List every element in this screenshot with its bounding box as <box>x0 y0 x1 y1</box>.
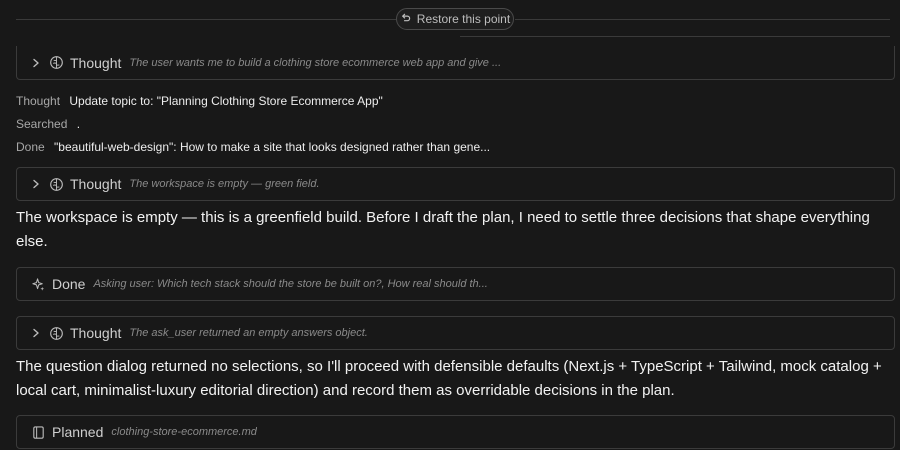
activity-label: Searched <box>16 117 68 131</box>
thought-summary: The user wants me to build a clothing st… <box>129 56 502 69</box>
thought-summary: The ask_user returned an empty answers o… <box>129 327 368 339</box>
sparkle-icon <box>32 277 45 291</box>
chevron-right-icon <box>33 179 39 189</box>
brain-icon <box>50 56 63 69</box>
divider-line <box>515 19 890 20</box>
document-icon <box>33 425 44 439</box>
assistant-message: The question dialog returned no selectio… <box>16 358 882 399</box>
restore-point-row: Restore this point <box>0 8 900 32</box>
activity-value: "beautiful-web-design": How to make a si… <box>54 140 491 154</box>
chevron-right-icon <box>33 58 39 67</box>
activity-item: Searched . <box>16 117 80 131</box>
divider-line <box>460 36 890 37</box>
activity-item: Thought Update topic to: "Planning Cloth… <box>16 94 383 108</box>
thought-title: Thought <box>70 176 122 192</box>
divider-line <box>16 19 396 20</box>
planned-card[interactable]: Planned clothing-store-ecommerce.md <box>16 415 895 449</box>
brain-icon <box>50 326 63 340</box>
activity-value: . <box>76 117 81 131</box>
planned-file[interactable]: clothing-store-ecommerce.md <box>111 426 257 438</box>
chevron-right-icon <box>33 328 39 338</box>
thought-title: Thought <box>70 325 122 341</box>
thought-title: Thought <box>70 54 122 71</box>
brain-icon <box>50 177 63 191</box>
done-card[interactable]: Done Asking user: Which tech stack shoul… <box>16 267 895 301</box>
restore-point-label: Restore this point <box>416 12 511 26</box>
activity-label: Done <box>16 140 45 154</box>
activity-label: Thought <box>16 94 61 108</box>
thought-card[interactable]: Thought The user wants me to build a clo… <box>16 46 895 80</box>
activity-item[interactable]: Done "beautiful-web-design": How to make… <box>16 140 490 154</box>
planned-title: Planned <box>52 424 104 440</box>
activity-value: Update topic to: "Planning Clothing Stor… <box>69 94 383 108</box>
done-summary: Asking user: Which tech stack should the… <box>93 278 488 290</box>
restore-point-button[interactable]: Restore this point <box>396 8 514 30</box>
done-title: Done <box>52 276 86 292</box>
thought-summary: The workspace is empty — green field. <box>129 178 320 190</box>
assistant-message: The workspace is empty — this is a green… <box>16 209 870 250</box>
restore-icon <box>400 12 411 26</box>
thought-card[interactable]: Thought The ask_user returned an empty a… <box>16 316 895 350</box>
thought-card[interactable]: Thought The workspace is empty — green f… <box>16 167 895 201</box>
